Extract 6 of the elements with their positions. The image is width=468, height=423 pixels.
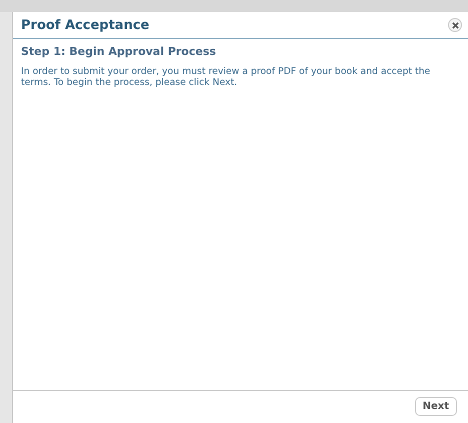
instruction-text: In order to submit your order, you must review a proof PDF of your book and accept the terms. To begin the process, please click Next. bbox=[21, 66, 432, 88]
dialog-title: Proof Acceptance bbox=[21, 18, 150, 32]
close-icon bbox=[452, 22, 458, 28]
close-button[interactable] bbox=[448, 18, 462, 32]
step-title: Step 1: Begin Approval Process bbox=[21, 45, 217, 58]
next-button[interactable]: Next bbox=[414, 397, 457, 416]
